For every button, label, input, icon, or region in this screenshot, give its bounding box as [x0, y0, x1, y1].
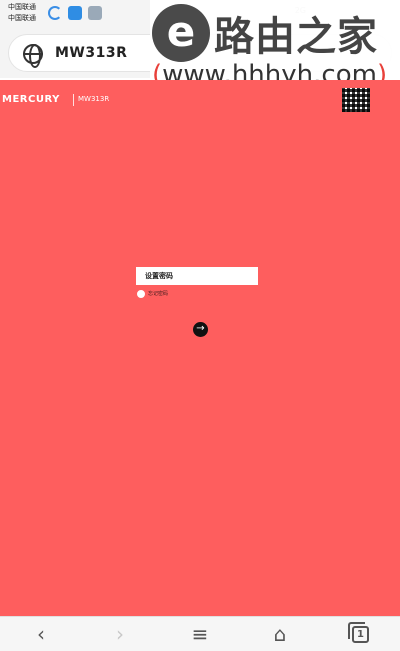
back-button[interactable]: ‹: [28, 623, 54, 647]
password-input[interactable]: 设置密码: [136, 267, 258, 285]
loading-spinner-icon: [48, 6, 62, 20]
tabs-count: 1: [357, 629, 364, 640]
info-icon: [137, 290, 145, 298]
qr-code-icon: [342, 88, 370, 112]
carrier-labels: 中国联通 中国联通: [8, 2, 36, 24]
brand-divider: [73, 94, 74, 106]
login-button[interactable]: →: [193, 322, 208, 337]
password-placeholder: 设置密码: [145, 272, 173, 280]
forward-button[interactable]: ›: [107, 623, 133, 647]
model-label: MW313R: [78, 95, 110, 103]
url-text[interactable]: MW313R: [55, 45, 127, 61]
router-login-page: MERCURY MW313R 设置密码 忘记密码 →: [0, 80, 400, 616]
chevron-right-icon: ›: [116, 622, 124, 646]
hamburger-icon: ≡: [191, 622, 209, 646]
chevron-left-icon: ‹: [37, 622, 45, 646]
brand-logo: MERCURY: [2, 94, 60, 105]
carrier-label-2: 中国联通: [8, 14, 36, 22]
image-notification-icon: [88, 6, 102, 20]
tabs-icon: 1: [348, 622, 369, 643]
carrier-label-1: 中国联通: [8, 3, 36, 11]
menu-button[interactable]: ≡: [187, 623, 213, 647]
arrow-right-icon: →: [196, 323, 205, 334]
home-icon: ⌂: [273, 622, 287, 646]
globe-icon: [23, 44, 43, 68]
forgot-password-label: 忘记密码: [148, 291, 169, 297]
home-button[interactable]: ⌂: [267, 623, 293, 647]
tabs-button[interactable]: 1: [347, 622, 373, 647]
watermark-title: 路由之家: [214, 14, 378, 60]
browser-bottom-nav: ‹ › ≡ ⌂ 1: [0, 616, 400, 651]
watermark-logo-icon: e: [152, 4, 210, 62]
app-notification-icon: [68, 6, 82, 20]
